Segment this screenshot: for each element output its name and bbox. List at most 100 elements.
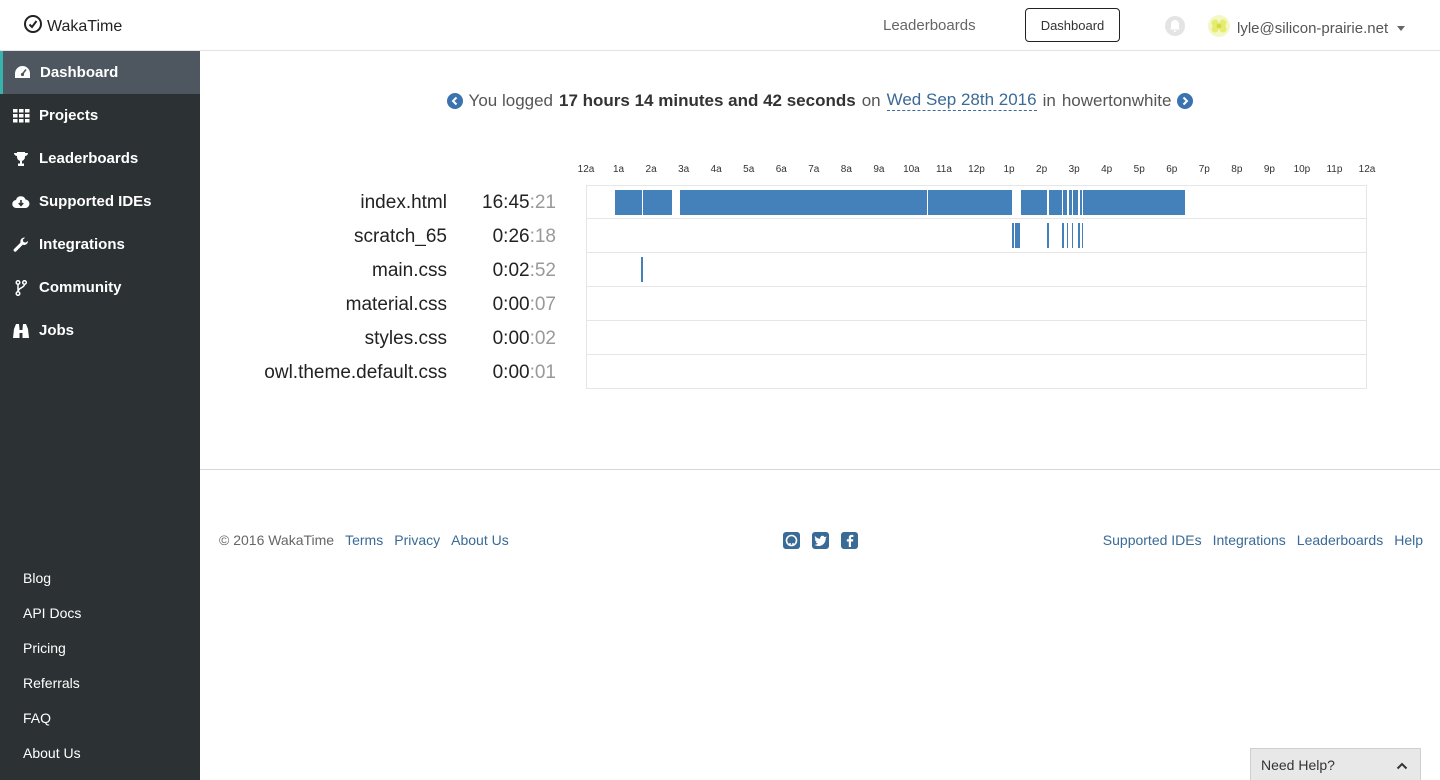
file-name: material.css (345, 294, 447, 315)
footer-link-help[interactable]: Help (1394, 532, 1423, 548)
sidebar-link-faq[interactable]: FAQ (0, 700, 200, 735)
footer-link-leaderboards[interactable]: Leaderboards (1297, 532, 1383, 548)
sidebar-item-community[interactable]: Community (0, 266, 200, 309)
activity-segment[interactable] (1080, 190, 1082, 215)
activity-segment[interactable] (680, 190, 928, 215)
file-duration: 0:26:18 (493, 226, 556, 248)
wrench-icon (12, 236, 30, 254)
sidebar-item-integrations[interactable]: Integrations (0, 223, 200, 266)
file-duration-main: 16:45 (482, 192, 530, 213)
hour-tick-label: 6a (775, 164, 787, 175)
activity-segment[interactable] (1017, 223, 1020, 248)
file-duration: 0:00:02 (493, 328, 556, 350)
footer-link-supported-ides[interactable]: Supported IDEs (1103, 532, 1202, 548)
user-email: lyle@silicon-prairie.net (1237, 20, 1389, 37)
file-duration: 16:45:21 (482, 192, 556, 214)
chevron-up-icon (1396, 757, 1408, 773)
footer-link-about-us[interactable]: About Us (451, 532, 509, 548)
activity-segment[interactable] (1021, 190, 1048, 215)
date-picker-link[interactable]: Wed Sep 28th 2016 (886, 90, 1037, 111)
notifications-icon[interactable] (1164, 15, 1186, 42)
facebook-icon[interactable] (841, 532, 858, 549)
activity-segment[interactable] (1066, 223, 1069, 248)
sidebar-footer-links: Blog API Docs Pricing Referrals FAQ Abou… (0, 560, 200, 770)
sidebar-link-referrals[interactable]: Referrals (0, 665, 200, 700)
sidebar-link-pricing[interactable]: Pricing (0, 630, 200, 665)
twitter-icon[interactable] (812, 532, 829, 549)
footer-link-privacy[interactable]: Privacy (394, 532, 440, 548)
nav-dashboard-button[interactable]: Dashboard (1025, 8, 1120, 42)
activity-segment[interactable] (1062, 190, 1067, 215)
need-help-widget[interactable]: Need Help? (1250, 748, 1421, 780)
activity-segment[interactable] (1068, 190, 1072, 215)
chevron-right-icon (1183, 96, 1189, 105)
footer-link-integrations[interactable]: Integrations (1213, 532, 1286, 548)
hour-tick-label: 5p (1133, 164, 1145, 175)
footer: © 2016 WakaTime Terms Privacy About Us S… (219, 532, 1423, 552)
hour-tick-label: 9p (1263, 164, 1275, 175)
summary-in: in (1042, 90, 1056, 110)
sidebar-item-dashboard[interactable]: Dashboard (0, 51, 200, 94)
hour-tick-label: 12a (577, 164, 595, 175)
file-duration-main: 0:00 (492, 294, 530, 315)
brand-logo[interactable]: WakaTime (23, 14, 122, 39)
file-row: main.css 0:02:52 (200, 253, 1440, 287)
sidebar: Dashboard Projects Leaderboards Supporte… (0, 51, 200, 780)
file-row: owl.theme.default.css 0:00:01 (200, 355, 1440, 389)
activity-segment[interactable] (1083, 190, 1186, 215)
user-menu[interactable]: lyle@silicon-prairie.net (1207, 14, 1406, 43)
hour-tick-label: 6p (1166, 164, 1178, 175)
project-name: howertonwhite (1061, 90, 1172, 110)
activity-segment[interactable] (1062, 223, 1064, 248)
activity-segment[interactable] (1071, 223, 1074, 248)
file-row: material.css 0:00:07 (200, 287, 1440, 321)
daily-summary: You logged 17 hours 14 minutes and 42 se… (200, 90, 1440, 111)
hour-tick-label: 3a (678, 164, 690, 175)
clock-icon (23, 14, 43, 39)
activity-segment[interactable] (642, 190, 673, 215)
need-help-label: Need Help? (1261, 756, 1335, 773)
nav-leaderboards-link[interactable]: Leaderboards (883, 17, 976, 34)
file-duration-seconds: :21 (529, 192, 556, 213)
hour-tick-label: 3p (1068, 164, 1080, 175)
hour-tick-label: 1p (1003, 164, 1015, 175)
sidebar-link-api-docs[interactable]: API Docs (0, 595, 200, 630)
sidebar-item-label: Integrations (39, 236, 125, 253)
file-activity-track (586, 321, 1367, 355)
file-duration-main: 0:02 (492, 260, 530, 281)
footer-divider (200, 469, 1440, 470)
hour-tick-label: 7p (1198, 164, 1210, 175)
file-duration: 0:02:52 (493, 260, 556, 282)
hour-tick-label: 2p (1036, 164, 1048, 175)
next-day-button[interactable] (1177, 92, 1194, 109)
sidebar-link-blog[interactable]: Blog (0, 560, 200, 595)
activity-segment[interactable] (641, 257, 643, 282)
activity-segment[interactable] (1078, 223, 1080, 248)
hour-tick-label: 9a (873, 164, 885, 175)
brand-name: WakaTime (47, 17, 123, 35)
previous-day-button[interactable] (446, 92, 463, 109)
trophy-icon (12, 150, 30, 168)
github-icon[interactable] (783, 532, 800, 549)
file-duration-seconds: :18 (529, 226, 556, 247)
activity-segment[interactable] (1073, 190, 1079, 215)
activity-segment[interactable] (1049, 190, 1063, 215)
sidebar-item-leaderboards[interactable]: Leaderboards (0, 137, 200, 180)
sidebar-item-projects[interactable]: Projects (0, 94, 200, 137)
dashboard-icon (13, 64, 31, 82)
cloud-download-icon (12, 193, 30, 211)
footer-link-terms[interactable]: Terms (345, 532, 383, 548)
sidebar-item-supported-ides[interactable]: Supported IDEs (0, 180, 200, 223)
file-duration-main: 0:00 (492, 328, 530, 349)
activity-segment[interactable] (1081, 223, 1084, 248)
sidebar-link-about-us[interactable]: About Us (0, 735, 200, 770)
grid-icon (12, 107, 30, 125)
activity-segment[interactable] (927, 190, 1013, 215)
file-duration-main: 0:26 (492, 226, 530, 247)
sidebar-item-jobs[interactable]: Jobs (0, 309, 200, 352)
sidebar-item-label: Leaderboards (39, 150, 139, 167)
activity-segment[interactable] (614, 190, 642, 215)
hour-tick-label: 12p (968, 164, 985, 175)
activity-segment[interactable] (1047, 223, 1049, 248)
hour-tick-label: 10a (903, 164, 920, 175)
